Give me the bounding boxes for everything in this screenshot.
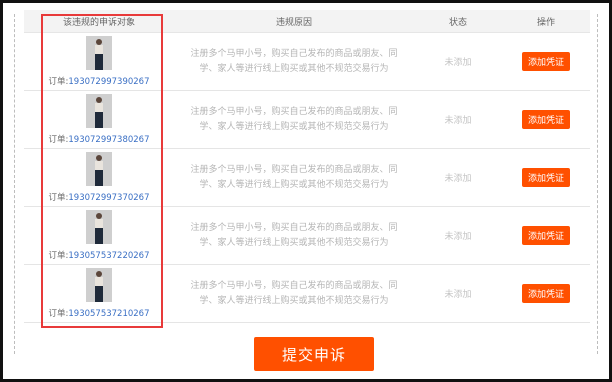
status-cell: 未添加 <box>414 171 502 184</box>
submit-appeal-button[interactable]: 提交申诉 <box>254 337 374 371</box>
violation-reason-text: 注册多个马甲小号，购买自己发布的商品或朋友、同学、家人等进行线上购买或其他不规范… <box>190 106 398 132</box>
violation-reason-text: 注册多个马甲小号，购买自己发布的商品或朋友、同学、家人等进行线上购买或其他不规范… <box>190 48 398 74</box>
status-text: 未添加 <box>444 232 472 242</box>
status-text: 未添加 <box>444 290 472 300</box>
add-evidence-button[interactable]: 添加凭证 <box>521 110 570 129</box>
violation-reason-cell: 注册多个马甲小号，购买自己发布的商品或朋友、同学、家人等进行线上购买或其他不规范… <box>174 279 414 309</box>
header-violation-reason: 违规原因 <box>275 17 312 28</box>
action-cell: 添加凭证 <box>502 52 590 71</box>
status-cell: 未添加 <box>414 55 502 68</box>
add-evidence-button[interactable]: 添加凭证 <box>521 52 570 71</box>
violation-reason-cell: 注册多个马甲小号，购买自己发布的商品或朋友、同学、家人等进行线上购买或其他不规范… <box>174 47 414 77</box>
violation-reason-cell: 注册多个马甲小号，购买自己发布的商品或朋友、同学、家人等进行线上购买或其他不规范… <box>174 163 414 193</box>
header-status: 状态 <box>448 17 467 28</box>
add-evidence-button[interactable]: 添加凭证 <box>521 284 570 303</box>
status-text: 未添加 <box>444 174 472 184</box>
violation-reason-text: 注册多个马甲小号，购买自己发布的商品或朋友、同学、家人等进行线上购买或其他不规范… <box>190 164 398 190</box>
add-evidence-button[interactable]: 添加凭证 <box>521 168 570 187</box>
add-evidence-button[interactable]: 添加凭证 <box>521 226 570 245</box>
status-cell: 未添加 <box>414 113 502 126</box>
status-text: 未添加 <box>444 58 472 68</box>
action-cell: 添加凭证 <box>502 284 590 303</box>
status-cell: 未添加 <box>414 287 502 300</box>
highlight-box <box>41 14 163 328</box>
status-text: 未添加 <box>444 116 472 126</box>
violation-reason-cell: 注册多个马甲小号，购买自己发布的商品或朋友、同学、家人等进行线上购买或其他不规范… <box>174 221 414 251</box>
violation-reason-text: 注册多个马甲小号，购买自己发布的商品或朋友、同学、家人等进行线上购买或其他不规范… <box>190 280 398 306</box>
dashed-divider-left <box>14 14 15 354</box>
status-cell: 未添加 <box>414 229 502 242</box>
dashed-divider-right <box>597 14 598 354</box>
header-operation: 操作 <box>536 17 555 28</box>
action-cell: 添加凭证 <box>502 168 590 187</box>
action-cell: 添加凭证 <box>502 110 590 129</box>
violation-reason-cell: 注册多个马甲小号，购买自己发布的商品或朋友、同学、家人等进行线上购买或其他不规范… <box>174 105 414 135</box>
action-cell: 添加凭证 <box>502 226 590 245</box>
violation-reason-text: 注册多个马甲小号，购买自己发布的商品或朋友、同学、家人等进行线上购买或其他不规范… <box>190 222 398 248</box>
